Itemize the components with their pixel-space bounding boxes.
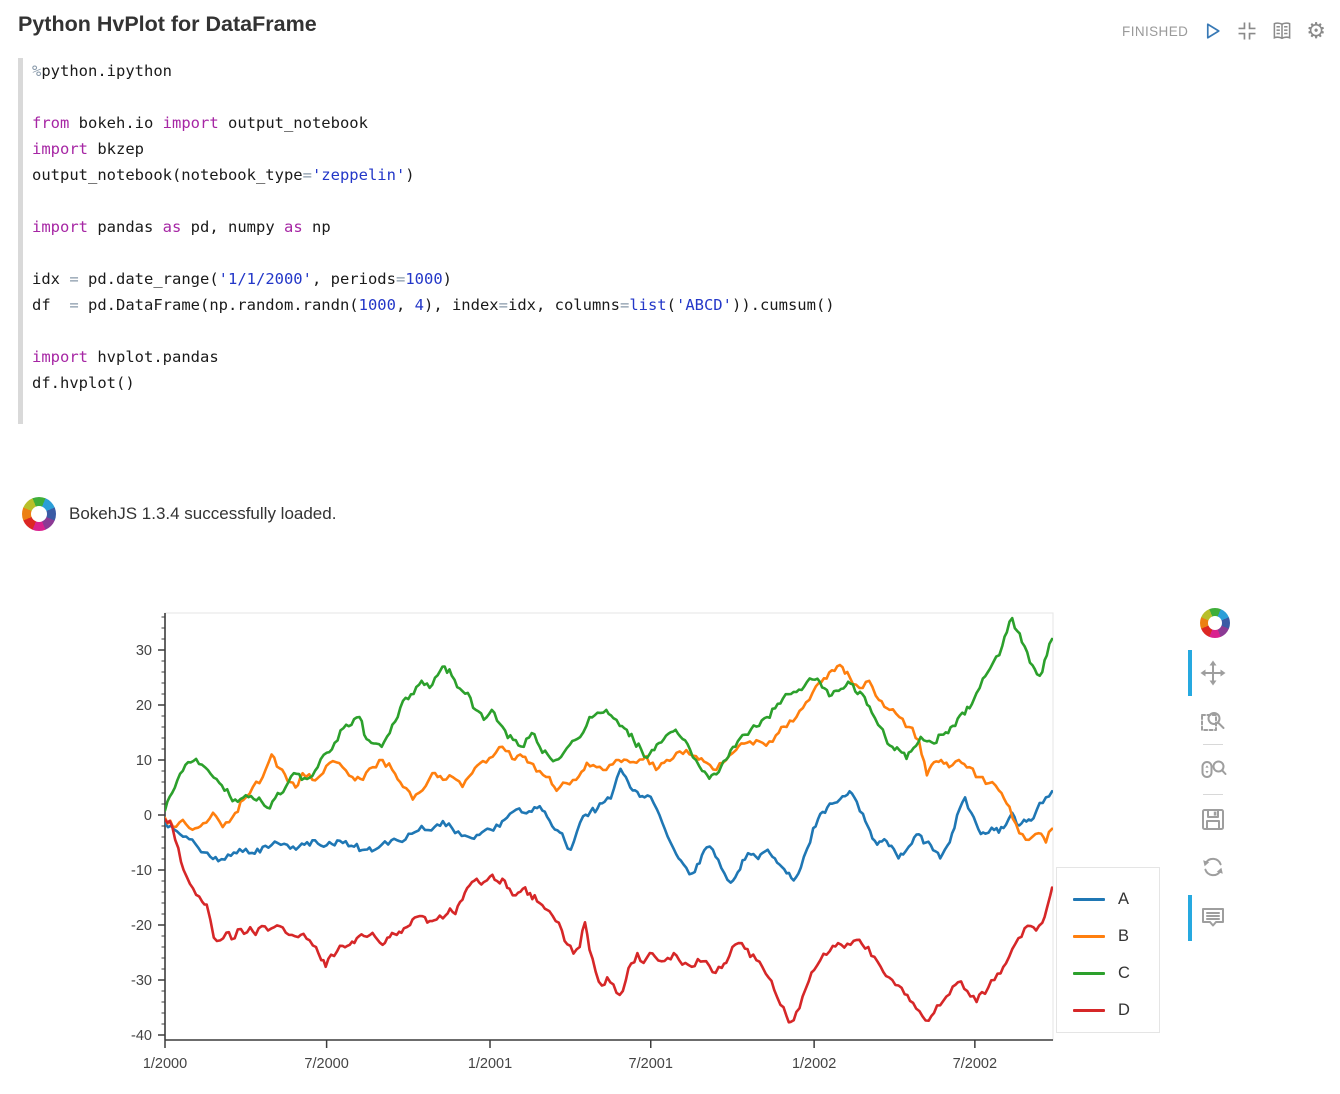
reset-tool-icon[interactable] xyxy=(1199,853,1227,881)
zeppelin-paragraph: Python HvPlot for DataFrame FINISHED ⚙ %… xyxy=(0,0,1340,1094)
bokeh-logo-icon xyxy=(22,497,56,531)
legend-swatch xyxy=(1073,935,1105,938)
bokeh-toolbar xyxy=(1188,598,1238,968)
editor-gutter xyxy=(18,58,23,424)
paragraph-controls: FINISHED ⚙ xyxy=(1122,20,1326,42)
settings-icon[interactable]: ⚙ xyxy=(1306,20,1326,42)
collapse-icon[interactable] xyxy=(1236,20,1258,42)
y-tick-label: -40 xyxy=(131,1028,152,1044)
bokeh-plot[interactable]: -40 -30 -20 -10 0 10 20 30 1/2000 7/2000 1/2001 7/2… xyxy=(118,598,1223,1094)
x-tick-label: 1/2000 xyxy=(143,1056,187,1072)
legend-swatch xyxy=(1073,1009,1105,1012)
legend-item-D: D xyxy=(1073,992,1159,1029)
y-tick-label: 20 xyxy=(136,698,152,714)
code-editor[interactable]: %python.ipython from bokeh.io import out… xyxy=(18,56,1198,424)
active-tool-indicator xyxy=(1188,650,1192,696)
bokehjs-message-text: BokehJS 1.3.4 successfully loaded. xyxy=(69,504,336,524)
legend-label: D xyxy=(1118,1001,1130,1020)
x-tick-label: 1/2002 xyxy=(792,1056,836,1072)
legend-label: C xyxy=(1118,964,1130,983)
pan-tool-icon[interactable] xyxy=(1199,659,1227,687)
hover-tool-icon[interactable] xyxy=(1199,903,1227,931)
legend-item-C: C xyxy=(1073,955,1159,992)
page-title: Python HvPlot for DataFrame xyxy=(18,12,317,37)
bokehjs-message: BokehJS 1.3.4 successfully loaded. xyxy=(22,497,336,531)
series-line-D xyxy=(165,819,1052,1022)
legend-label: A xyxy=(1118,890,1129,909)
y-tick-label: 0 xyxy=(144,808,152,824)
legend-swatch xyxy=(1073,972,1105,975)
toolbar-separator xyxy=(1203,744,1223,745)
chart-legend: ABCD xyxy=(1056,867,1160,1033)
run-icon[interactable] xyxy=(1201,20,1223,42)
wheel-zoom-tool-icon[interactable] xyxy=(1199,755,1227,783)
y-tick-label: 10 xyxy=(136,753,152,769)
toolbar-separator xyxy=(1203,794,1223,795)
bokeh-logo-icon[interactable] xyxy=(1200,608,1230,638)
x-tick-label: 1/2001 xyxy=(468,1056,512,1072)
x-tick-label: 7/2001 xyxy=(629,1056,673,1072)
box-zoom-tool-icon[interactable] xyxy=(1199,707,1227,735)
y-tick-label: -30 xyxy=(131,973,152,989)
x-tick-label: 7/2000 xyxy=(304,1056,348,1072)
save-tool-icon[interactable] xyxy=(1199,805,1227,833)
legend-item-A: A xyxy=(1073,881,1159,918)
legend-item-B: B xyxy=(1073,918,1159,955)
legend-swatch xyxy=(1073,898,1105,901)
status-badge: FINISHED xyxy=(1122,24,1188,39)
y-tick-label: -20 xyxy=(131,918,152,934)
y-tick-label: 30 xyxy=(136,643,152,659)
code-text[interactable]: %python.ipython from bokeh.io import out… xyxy=(32,56,1198,424)
active-tool-indicator xyxy=(1188,895,1192,941)
report-view-icon[interactable] xyxy=(1271,20,1293,42)
x-tick-label: 7/2002 xyxy=(953,1056,997,1072)
series-line-B xyxy=(165,665,1052,843)
legend-label: B xyxy=(1118,927,1129,946)
y-tick-label: -10 xyxy=(131,863,152,879)
